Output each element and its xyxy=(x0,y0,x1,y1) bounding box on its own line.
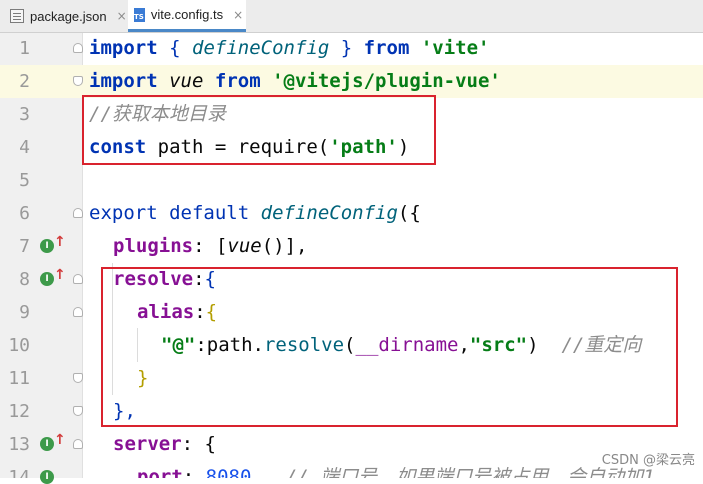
code-text: export default defineConfig({ xyxy=(89,202,421,224)
code-line-7: 7 plugins: [vue()], xyxy=(0,230,703,263)
code-line-14: 14 port: 8080, // 端口号，如果端口号被占用，会自动加1 xyxy=(0,461,703,478)
code-line-2: 2 import vue from '@vitejs/plugin-vue' xyxy=(0,65,703,98)
code-line-1: 1 import { defineConfig } from 'vite' xyxy=(0,32,703,65)
line-number: 4 xyxy=(19,137,30,158)
line-number: 7 xyxy=(19,236,30,257)
code-text: server: { xyxy=(113,433,216,455)
up-arrow-icon[interactable]: ↑ xyxy=(54,234,66,250)
implements-icon[interactable]: I xyxy=(40,272,54,286)
line-number: 14 xyxy=(8,467,30,478)
up-arrow-icon[interactable]: ↑ xyxy=(54,432,66,448)
line-number: 9 xyxy=(19,302,30,323)
typescript-file-icon: TS xyxy=(134,7,145,22)
tab-label: package.json xyxy=(30,8,107,24)
line-number: 6 xyxy=(19,203,30,224)
fold-marker[interactable] xyxy=(73,406,83,416)
line-number: 11 xyxy=(8,368,30,389)
line-number: 12 xyxy=(8,401,30,422)
code-text: import { defineConfig } from 'vite' xyxy=(89,37,490,59)
highlight-box-resolve-alias xyxy=(101,267,678,427)
line-number: 10 xyxy=(8,335,30,356)
code-text: import vue from '@vitejs/plugin-vue' xyxy=(89,70,501,92)
implements-icon[interactable]: I xyxy=(40,437,54,451)
line-number: 8 xyxy=(19,269,30,290)
tab-vite-config-ts[interactable]: TS vite.config.ts × xyxy=(128,0,246,32)
fold-marker[interactable] xyxy=(73,76,83,86)
fold-marker[interactable] xyxy=(73,43,83,53)
implements-icon[interactable]: I xyxy=(40,239,54,253)
code-text: plugins: [vue()], xyxy=(113,235,308,257)
code-comment: // 端口号，如果端口号被占用，会自动加1 xyxy=(285,466,655,478)
line-number: 2 xyxy=(19,71,30,92)
code-line-13: 13 server: { xyxy=(0,428,703,461)
fold-marker[interactable] xyxy=(73,274,83,284)
close-icon[interactable]: × xyxy=(233,8,243,22)
code-line-5: 5 xyxy=(0,164,703,197)
fold-marker[interactable] xyxy=(73,307,83,317)
code-text: port: 8080, // 端口号，如果端口号被占用，会自动加1 xyxy=(137,461,655,478)
highlight-box-path-import xyxy=(82,95,436,165)
fold-marker[interactable] xyxy=(73,208,83,218)
editor-tab-bar: package.json × TS vite.config.ts × xyxy=(0,0,703,33)
line-number: 3 xyxy=(19,104,30,125)
tab-package-json[interactable]: package.json × xyxy=(4,0,133,32)
line-number: 5 xyxy=(19,170,30,191)
tab-label: vite.config.ts xyxy=(150,7,224,22)
watermark: CSDN @梁云亮 xyxy=(601,449,695,468)
implements-icon[interactable]: I xyxy=(40,470,54,484)
close-icon[interactable]: × xyxy=(117,9,127,23)
fold-marker[interactable] xyxy=(73,373,83,383)
json-file-icon xyxy=(10,9,24,23)
code-line-6: 6 export default defineConfig({ xyxy=(0,197,703,230)
up-arrow-icon[interactable]: ↑ xyxy=(54,267,66,283)
fold-marker[interactable] xyxy=(73,439,83,449)
line-number: 13 xyxy=(8,434,30,455)
line-number: 1 xyxy=(19,38,30,59)
